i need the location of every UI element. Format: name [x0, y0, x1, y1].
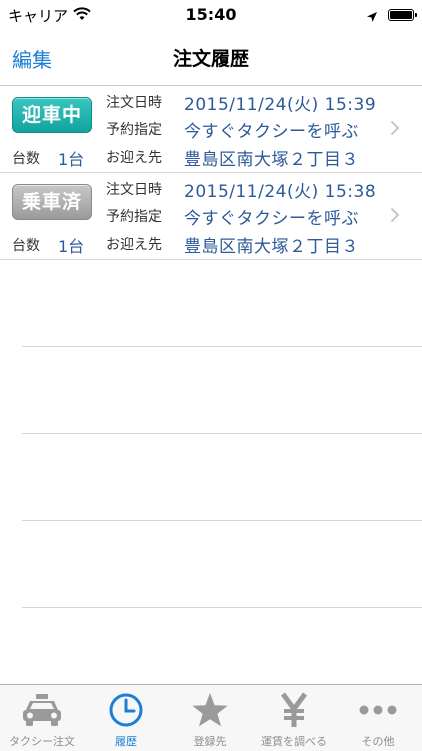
pickup-value: 豊島区南大塚２丁目３	[184, 150, 359, 170]
more-icon	[336, 691, 420, 729]
location-arrow-icon	[366, 8, 378, 27]
chevron-right-icon	[390, 120, 400, 140]
navigation-bar: 編集 注文履歴	[0, 30, 422, 86]
pickup-label: お迎え先	[106, 150, 162, 166]
reservation-label: 予約指定	[106, 209, 162, 225]
order-time-value: 2015/11/24(火) 15:39	[184, 95, 377, 115]
order-time-label: 注文日時	[106, 182, 162, 198]
count-value: 1台	[58, 237, 85, 256]
status-bar: キャリア 15:40	[0, 0, 422, 30]
star-icon	[168, 691, 252, 729]
tab-label: 運賃を調べる	[261, 735, 327, 748]
battery-icon	[388, 9, 417, 21]
empty-row-divider	[22, 346, 422, 347]
taxi-icon	[0, 691, 84, 729]
tab-other[interactable]: その他	[336, 685, 420, 751]
tab-label: タクシー注文	[9, 735, 75, 748]
tab-taxi-order[interactable]: タクシー注文	[0, 685, 84, 751]
status-time: 15:40	[185, 5, 237, 24]
chevron-right-icon	[390, 207, 400, 227]
status-badge: 乗車済	[12, 184, 92, 220]
status-badge: 迎車中	[12, 97, 92, 133]
reservation-value: 今すぐタクシーを呼ぶ	[184, 209, 359, 229]
order-time-label: 注文日時	[106, 95, 162, 111]
pickup-value: 豊島区南大塚２丁目３	[184, 237, 359, 257]
order-row[interactable]: 乗車済 台数 1台 注文日時 2015/11/24(火) 15:38 予約指定 …	[0, 173, 422, 260]
count-label: 台数	[12, 151, 40, 167]
count-label: 台数	[12, 238, 40, 254]
empty-row-divider	[22, 607, 422, 608]
tab-history[interactable]: 履歴	[84, 685, 168, 751]
tab-label: その他	[361, 735, 395, 748]
empty-row-divider	[22, 433, 422, 434]
tab-label: 履歴	[115, 735, 137, 748]
order-row[interactable]: 迎車中 台数 1台 注文日時 2015/11/24(火) 15:39 予約指定 …	[0, 86, 422, 173]
tab-registered[interactable]: 登録先	[168, 685, 252, 751]
yen-icon	[252, 691, 336, 729]
clock-icon	[84, 691, 168, 729]
tab-label: 登録先	[193, 735, 227, 748]
empty-row-divider	[22, 520, 422, 521]
reservation-label: 予約指定	[106, 122, 162, 138]
reservation-value: 今すぐタクシーを呼ぶ	[184, 122, 359, 142]
tab-bar: タクシー注文 履歴 登録先 運賃を調べる その他	[0, 684, 422, 751]
pickup-label: お迎え先	[106, 237, 162, 253]
order-time-value: 2015/11/24(火) 15:38	[184, 182, 377, 202]
tab-fare-search[interactable]: 運賃を調べる	[252, 685, 336, 751]
page-title: 注文履歴	[172, 48, 249, 70]
count-value: 1台	[58, 150, 85, 169]
